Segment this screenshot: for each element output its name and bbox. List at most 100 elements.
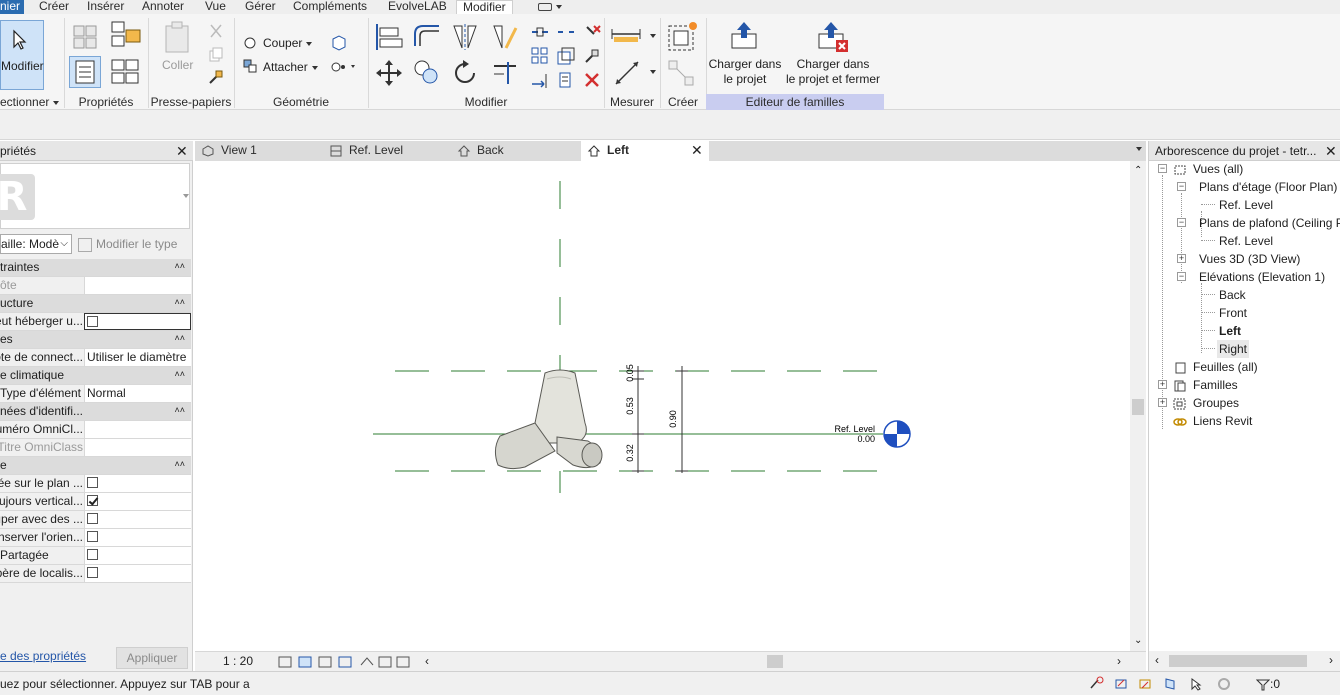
edit-type-button[interactable]: Modifier le type xyxy=(78,234,190,254)
property-value[interactable]: Utiliser le diamètre xyxy=(84,349,191,366)
delete-icon[interactable] xyxy=(582,70,602,90)
chevron-right-icon[interactable]: › xyxy=(1329,653,1333,667)
split-element-icon[interactable] xyxy=(530,22,550,42)
property-group-header[interactable]: es ˄˄ xyxy=(0,331,191,349)
property-row[interactable]: Couper avec des ... xyxy=(0,511,191,529)
menu-addins[interactable]: Compléments xyxy=(293,0,367,14)
filter-count[interactable]: :0 xyxy=(1255,677,1280,691)
menu-view[interactable]: Vue xyxy=(205,0,226,14)
match-properties-icon[interactable] xyxy=(207,68,225,86)
tree-node-3d-views[interactable]: Vues 3D (3D View) xyxy=(1199,250,1300,268)
property-checkbox[interactable] xyxy=(87,495,98,507)
paint-icon[interactable] xyxy=(330,58,358,76)
property-row[interactable]: Partagée xyxy=(0,547,191,565)
family-filter-select[interactable]: aille: Modè ⌵ xyxy=(0,234,72,254)
property-checkbox-cell[interactable] xyxy=(84,511,191,528)
chevron-down-icon[interactable]: ⌄ xyxy=(1134,635,1142,646)
property-group-header[interactable]: nées d'identifi... ˄˄ xyxy=(0,403,191,421)
expand-toggle[interactable]: + xyxy=(1158,380,1167,389)
collapse-chevron-icon[interactable]: ˄˄ xyxy=(174,261,185,271)
menu-manage[interactable]: Gérer xyxy=(245,0,276,14)
type-selector[interactable]: R xyxy=(0,163,190,229)
load-and-close-button[interactable]: Charger dans le projet et fermer xyxy=(784,57,882,87)
load-and-close-icon[interactable] xyxy=(816,20,850,54)
trim-extend-icon[interactable] xyxy=(490,58,520,88)
tree-node-elevations[interactable]: Elévations (Elevation 1) xyxy=(1199,268,1325,286)
rotate-icon[interactable] xyxy=(450,58,480,88)
apply-button[interactable]: Appliquer xyxy=(116,647,188,669)
select-panel-label[interactable]: ectionner xyxy=(0,94,64,110)
property-row[interactable]: Repère de localis... xyxy=(0,565,191,583)
tree-node-elevation-left[interactable]: Left xyxy=(1219,322,1241,340)
create-group-icon[interactable] xyxy=(666,20,700,54)
tree-node-revit-links[interactable]: Liens Revit xyxy=(1173,412,1252,430)
property-checkbox[interactable] xyxy=(87,531,98,543)
offset-icon[interactable] xyxy=(412,22,442,52)
unpin-icon[interactable] xyxy=(582,22,602,42)
split-gap-icon[interactable] xyxy=(556,22,576,42)
tree-node-floor-plans[interactable]: Plans d'étage (Floor Plan) xyxy=(1199,178,1337,196)
tree-node-elevation-right[interactable]: Right xyxy=(1217,340,1250,358)
property-row[interactable]: Titre OmniClass xyxy=(0,439,191,457)
create-similar-icon[interactable] xyxy=(530,70,550,90)
property-checkbox-cell[interactable] xyxy=(84,493,191,510)
tab-ref-level[interactable]: Ref. Level xyxy=(329,141,453,161)
drawing-canvas[interactable]: 0.05 0.53 0.32 0.90 Ref. Level 0.00 xyxy=(195,161,1130,651)
menu-create[interactable]: Créer xyxy=(39,0,69,14)
horizontal-scroll-thumb[interactable] xyxy=(767,655,783,668)
expand-toggle[interactable]: + xyxy=(1177,254,1186,263)
tree-node-families[interactable]: Familles xyxy=(1173,376,1238,394)
contextual-tab-dropdown[interactable] xyxy=(538,0,562,14)
browser-horizontal-scrollbar[interactable]: ‹ › xyxy=(1149,651,1340,671)
family-types-icon[interactable] xyxy=(72,22,100,50)
collapse-toggle[interactable]: − xyxy=(1177,272,1186,281)
family-category-icon[interactable] xyxy=(110,20,142,52)
chevron-up-icon[interactable]: ⌃ xyxy=(1134,165,1142,176)
component-icon[interactable] xyxy=(666,58,698,88)
property-row[interactable]: ôte xyxy=(0,277,191,295)
property-checkbox[interactable] xyxy=(87,513,98,525)
copy-element-icon[interactable] xyxy=(412,58,442,88)
property-row[interactable]: Note de connect...Utiliser le diamètre xyxy=(0,349,191,367)
property-checkbox-cell[interactable] xyxy=(84,313,191,330)
scale-icon[interactable] xyxy=(556,46,576,66)
property-checkbox-cell[interactable] xyxy=(84,529,191,546)
align-dims-icon[interactable] xyxy=(556,70,576,90)
collapse-toggle[interactable]: − xyxy=(1177,182,1186,191)
property-checkbox-cell[interactable] xyxy=(84,475,191,492)
join-geometry-button[interactable]: Attacher xyxy=(263,58,318,76)
close-icon[interactable]: ✕ xyxy=(176,144,188,158)
property-value[interactable] xyxy=(84,421,191,438)
align-icon[interactable] xyxy=(374,22,404,52)
collapse-toggle[interactable]: − xyxy=(1177,218,1186,227)
mirror-axis-icon[interactable] xyxy=(450,22,480,52)
tabs-overflow-dropdown[interactable] xyxy=(1136,147,1142,151)
cut-icon[interactable] xyxy=(207,22,225,40)
dimension-chain[interactable]: 0.05 0.53 0.32 0.90 xyxy=(625,364,688,473)
view-scale[interactable]: 1 : 20 xyxy=(223,654,253,668)
menu-evolvelab[interactable]: EvolveLAB xyxy=(388,0,447,14)
type-properties-icon[interactable] xyxy=(110,56,142,88)
menu-annotate[interactable]: Annoter xyxy=(142,0,184,14)
property-value[interactable] xyxy=(84,439,191,456)
expand-toggle[interactable]: + xyxy=(1158,398,1167,407)
collapse-chevron-icon[interactable]: ˄˄ xyxy=(174,333,185,343)
collapse-toggle[interactable]: − xyxy=(1158,164,1167,173)
menu-file[interactable]: nier xyxy=(0,0,25,14)
load-into-project-icon[interactable] xyxy=(729,20,759,52)
property-group-header[interactable]: traintes ˄˄ xyxy=(0,259,191,277)
move-icon[interactable] xyxy=(374,58,404,88)
paste-button[interactable]: Coller xyxy=(162,56,193,74)
array-icon[interactable] xyxy=(530,46,550,66)
chevron-right-icon[interactable]: › xyxy=(1117,654,1121,668)
scroll-thumb[interactable] xyxy=(1169,655,1307,667)
properties-toggle-icon[interactable] xyxy=(69,56,101,88)
copy-icon[interactable] xyxy=(207,46,225,64)
chevron-down-icon[interactable] xyxy=(650,70,656,74)
property-checkbox[interactable] xyxy=(87,477,98,489)
property-checkbox-cell[interactable] xyxy=(84,565,191,582)
tab-left[interactable]: Left ✕ xyxy=(581,141,709,161)
chevron-left-icon[interactable]: ‹ xyxy=(1155,653,1159,667)
canvas-vertical-scrollbar[interactable]: ⌃ ⌄ xyxy=(1130,161,1146,651)
property-checkbox[interactable] xyxy=(87,316,98,328)
